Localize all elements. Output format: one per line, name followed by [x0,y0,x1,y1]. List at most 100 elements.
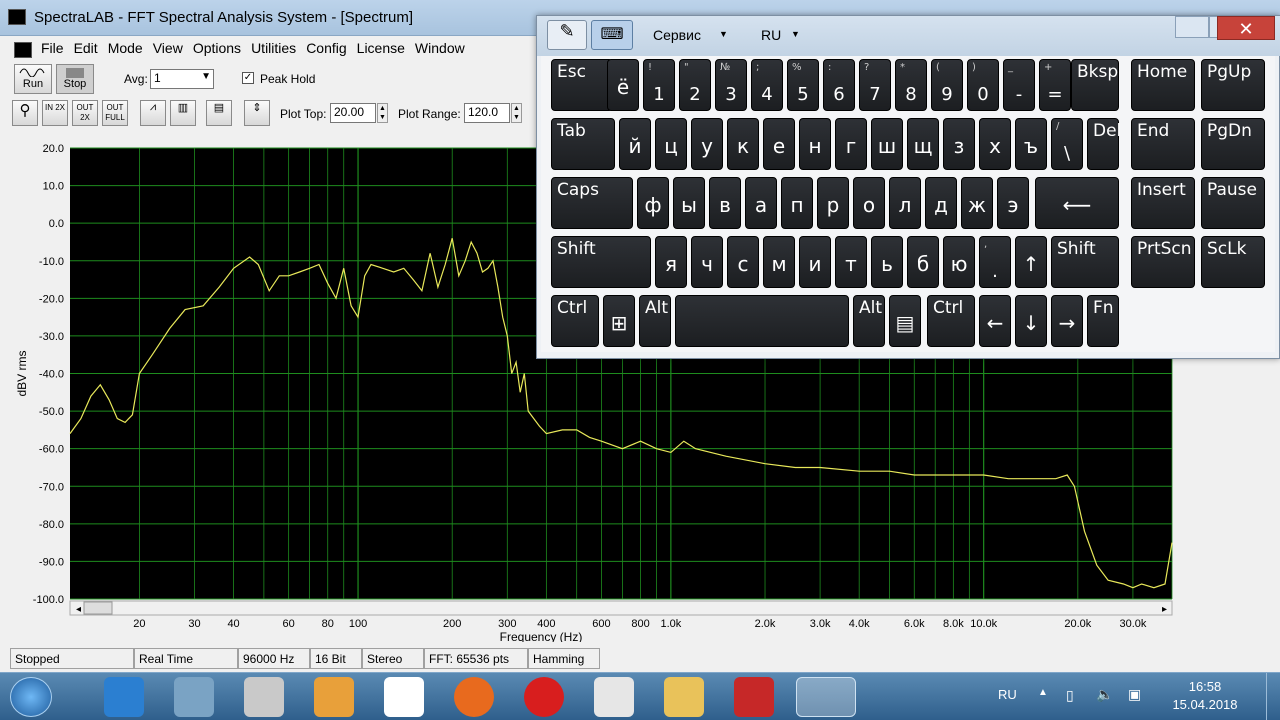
clock[interactable]: 16:58 15.04.2018 [1160,679,1250,712]
zoom-out-button[interactable]: OUT 2X [72,100,98,126]
peak-hold-checkbox[interactable]: ✓ [242,72,254,84]
key-71[interactable]: ← [979,295,1011,347]
key-55[interactable]: т [835,236,867,288]
run-button[interactable]: Run [14,64,52,94]
key-59[interactable]: ,. [979,236,1011,288]
menu-view[interactable]: View [148,37,188,59]
table-button[interactable]: ▤ [206,100,232,126]
plot-top-input[interactable]: 20.00 [330,103,376,123]
key-61[interactable]: Shift [1051,236,1119,288]
key-11[interactable]: ) 0 [967,59,999,111]
plot-range-input[interactable]: 120.0 [464,103,510,123]
key-52[interactable]: с [727,236,759,288]
key-63[interactable]: ScLk [1201,236,1265,288]
tray-arrow-icon[interactable]: ▲ [1038,687,1048,698]
key-37[interactable]: в [709,177,741,229]
plot-top-spinner[interactable]: ▲ ▼ [377,103,388,123]
line-mode-button[interactable]: ⩘ [140,100,166,126]
menu-edit[interactable]: Edit [69,37,103,59]
key-20[interactable]: у [691,118,723,170]
key-58[interactable]: ю [943,236,975,288]
zoom-in-button[interactable]: IN 2X [42,100,68,126]
key-28[interactable]: х [979,118,1011,170]
osk-header[interactable]: ✎ ⌨ Сервис ▼ RU ▼ ✕ [537,16,1280,56]
key-66[interactable]: Alt [639,295,671,347]
key-13[interactable]: + = [1039,59,1071,111]
key-34[interactable]: Caps [551,177,633,229]
d-app-icon[interactable] [384,677,424,717]
menu-file[interactable]: File [36,37,69,59]
key-15[interactable]: Home [1131,59,1195,111]
servis-menu[interactable]: Сервис [653,27,701,43]
language-indicator[interactable]: RU [998,687,1017,702]
key-14[interactable]: Bksp [1071,59,1119,111]
key-7[interactable]: :6 [823,59,855,111]
key-53[interactable]: м [763,236,795,288]
key-74[interactable]: Fn [1087,295,1119,347]
key-65[interactable]: ⊞ [603,295,635,347]
network-icon[interactable]: ▣ [1128,686,1141,703]
key-45[interactable]: э [997,177,1029,229]
scroll-left-icon[interactable]: ◂ [76,604,81,615]
key-6[interactable]: % 5 [787,59,819,111]
start-button[interactable] [10,677,52,717]
scale-button[interactable]: ⇕ [244,100,270,126]
key-35[interactable]: ф [637,177,669,229]
key-10[interactable]: (9 [931,59,963,111]
key-57[interactable]: б [907,236,939,288]
fox-app-icon[interactable] [594,677,634,717]
menu-config[interactable]: Config [301,37,351,59]
menu-license[interactable]: License [352,37,410,59]
signature-icon[interactable] [244,677,284,717]
key-44[interactable]: ж [961,177,993,229]
key-9[interactable]: * 8 [895,59,927,111]
key-42[interactable]: л [889,177,921,229]
key-54[interactable]: и [799,236,831,288]
key-49[interactable]: Shift [551,236,651,288]
keyboard-icon[interactable]: ⌨ [591,20,633,50]
key-2[interactable]: ! 1 [643,59,675,111]
key-3[interactable]: " 2 [679,59,711,111]
key-12[interactable]: _ - [1003,59,1035,111]
key-23[interactable]: н [799,118,831,170]
media-player-icon[interactable] [314,677,354,717]
opera-icon[interactable] [524,677,564,717]
key-47[interactable]: Insert [1131,177,1195,229]
mdi-icon[interactable] [14,41,32,58]
key-32[interactable]: End [1131,118,1195,170]
stop-button[interactable]: Stop [56,64,94,94]
pen-icon[interactable]: ✎ [547,20,587,50]
key-72[interactable]: ↓ [1015,295,1047,347]
key-70[interactable]: Ctrl [927,295,975,347]
key-43[interactable]: д [925,177,957,229]
key-36[interactable]: ы [673,177,705,229]
plot-range-spinner[interactable]: ▲ ▼ [511,103,522,123]
key-1[interactable]: ё [607,59,639,111]
floppy-icon[interactable] [734,677,774,717]
key-16[interactable]: PgUp [1201,59,1265,111]
key-27[interactable]: з [943,118,975,170]
key-48[interactable]: Pause [1201,177,1265,229]
key-8[interactable]: ? 7 [859,59,891,111]
user-profiles-icon[interactable] [174,677,214,717]
volume-icon[interactable]: 🔈 [1096,686,1113,703]
spectralab-taskbar-icon[interactable] [796,677,856,717]
explorer-icon[interactable] [664,677,704,717]
menu-options[interactable]: Options [188,37,246,59]
zoom-button[interactable]: ⚲ [12,100,38,126]
scroll-right-icon[interactable]: ▸ [1162,604,1167,615]
key-50[interactable]: я [655,236,687,288]
show-desktop-button[interactable] [1266,673,1280,720]
key-39[interactable]: п [781,177,813,229]
ie-icon[interactable] [104,677,144,717]
close-button[interactable]: ✕ [1217,16,1275,40]
zoom-full-button[interactable]: OUT FULL [102,100,128,126]
key-38[interactable]: а [745,177,777,229]
scrollbar-thumb[interactable] [83,601,113,615]
key-31[interactable]: Del [1087,118,1121,170]
key-51[interactable]: ч [691,236,723,288]
menu-utilities[interactable]: Utilities [246,37,301,59]
avg-select[interactable]: 1 ▼ [150,69,214,89]
key-19[interactable]: ц [655,118,687,170]
key-22[interactable]: е [763,118,795,170]
